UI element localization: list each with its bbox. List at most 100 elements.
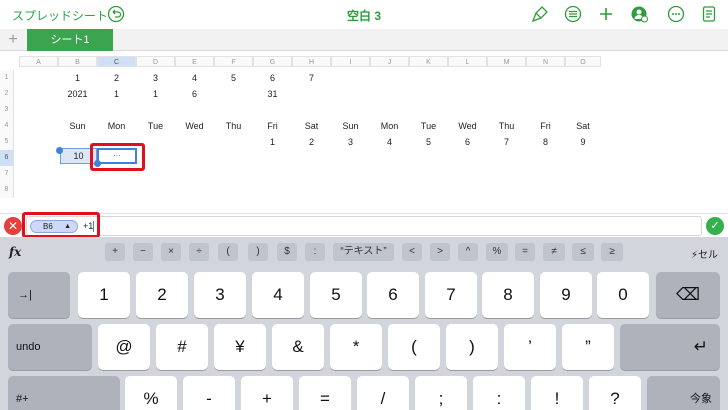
column-header-k[interactable]: K bbox=[409, 56, 448, 67]
cell-b1[interactable]: 1 bbox=[58, 70, 97, 86]
cell-g5[interactable]: 1 bbox=[253, 134, 292, 150]
cell-c1[interactable]: 2 bbox=[97, 70, 136, 86]
digit-1-key[interactable]: 1 bbox=[78, 272, 130, 318]
caret-key[interactable]: ^ bbox=[458, 243, 478, 261]
dollar-key[interactable]: $ bbox=[277, 243, 297, 261]
column-header-n[interactable]: N bbox=[526, 56, 565, 67]
cell-h1[interactable]: 7 bbox=[292, 70, 331, 86]
more-symbols-key[interactable]: #+ bbox=[8, 376, 120, 410]
cell-k4[interactable]: Tue bbox=[409, 118, 448, 134]
column-header-j[interactable]: J bbox=[370, 56, 409, 67]
cell-m4[interactable]: Thu bbox=[487, 118, 526, 134]
double-quote-key[interactable]: ” bbox=[562, 324, 614, 370]
undo-key[interactable]: undo bbox=[8, 324, 92, 370]
ampersand-key[interactable]: & bbox=[272, 324, 324, 370]
row-header-5[interactable]: 5 bbox=[0, 134, 14, 150]
cell-i5[interactable]: 3 bbox=[331, 134, 370, 150]
cell-mode-toggle[interactable]: ⚡セル bbox=[691, 246, 718, 261]
column-header-m[interactable]: M bbox=[487, 56, 526, 67]
digit-3-key[interactable]: 3 bbox=[194, 272, 246, 318]
column-header-g[interactable]: G bbox=[253, 56, 292, 67]
cell-b4[interactable]: Sun bbox=[58, 118, 97, 134]
column-header-h[interactable]: H bbox=[292, 56, 331, 67]
row-header-2[interactable]: 2 bbox=[0, 86, 14, 102]
colon-sign-key[interactable]: : bbox=[473, 376, 525, 410]
cell-h4[interactable]: Sat bbox=[292, 118, 331, 134]
colon-key[interactable]: : bbox=[305, 243, 325, 261]
return-key[interactable]: ↵ bbox=[620, 324, 720, 370]
greater-equal-key[interactable]: ≥ bbox=[601, 243, 623, 261]
question-key[interactable]: ? bbox=[589, 376, 641, 410]
cell-j5[interactable]: 4 bbox=[370, 134, 409, 150]
single-quote-key[interactable]: ’ bbox=[504, 324, 556, 370]
cell-d2[interactable]: 1 bbox=[136, 86, 175, 102]
less-than-key[interactable]: < bbox=[402, 243, 422, 261]
cell-o4[interactable]: Sat bbox=[565, 118, 601, 134]
column-header-c[interactable]: C bbox=[97, 56, 136, 67]
digit-4-key[interactable]: 4 bbox=[252, 272, 304, 318]
column-header-a[interactable]: A bbox=[19, 56, 58, 67]
row-header-1[interactable]: 1 bbox=[0, 70, 14, 86]
percent-sign-key[interactable]: % bbox=[125, 376, 177, 410]
tab-sheet-1[interactable]: シート1 bbox=[27, 29, 113, 51]
cell-c6-editing[interactable]: ··· bbox=[97, 148, 137, 164]
slash-key[interactable]: / bbox=[357, 376, 409, 410]
yen-key[interactable]: ¥ bbox=[214, 324, 266, 370]
operator-multiply-key[interactable]: × bbox=[161, 243, 181, 261]
add-sheet-button[interactable]: + bbox=[4, 31, 22, 49]
cell-e1[interactable]: 4 bbox=[175, 70, 214, 86]
function-icon[interactable]: fx bbox=[9, 245, 21, 259]
open-paren-key[interactable]: ( bbox=[218, 243, 238, 261]
operator-minus-key[interactable]: − bbox=[133, 243, 153, 261]
column-header-o[interactable]: O bbox=[565, 56, 601, 67]
column-header-i[interactable]: I bbox=[331, 56, 370, 67]
cell-j4[interactable]: Mon bbox=[370, 118, 409, 134]
cell-d1[interactable]: 3 bbox=[136, 70, 175, 86]
cell-l4[interactable]: Wed bbox=[448, 118, 487, 134]
cell-g2[interactable]: 31 bbox=[253, 86, 292, 102]
cell-g1[interactable]: 6 bbox=[253, 70, 292, 86]
brush-icon[interactable] bbox=[531, 5, 549, 23]
input-mode-key[interactable]: 今象 bbox=[647, 376, 720, 410]
column-header-e[interactable]: E bbox=[175, 56, 214, 67]
equals-key[interactable]: = bbox=[515, 243, 535, 261]
cell-f4[interactable]: Thu bbox=[214, 118, 253, 134]
cell-l5[interactable]: 6 bbox=[448, 134, 487, 150]
asterisk-key[interactable]: * bbox=[330, 324, 382, 370]
digit-6-key[interactable]: 6 bbox=[367, 272, 419, 318]
row-header-3[interactable]: 3 bbox=[0, 102, 14, 118]
cell-h5[interactable]: 2 bbox=[292, 134, 331, 150]
less-equal-key[interactable]: ≤ bbox=[572, 243, 594, 261]
digit-7-key[interactable]: 7 bbox=[425, 272, 477, 318]
greater-than-key[interactable]: > bbox=[430, 243, 450, 261]
digit-2-key[interactable]: 2 bbox=[136, 272, 188, 318]
cell-n5[interactable]: 8 bbox=[526, 134, 565, 150]
cell-f1[interactable]: 5 bbox=[214, 70, 253, 86]
exclamation-key[interactable]: ! bbox=[531, 376, 583, 410]
not-equal-key[interactable]: ≠ bbox=[543, 243, 565, 261]
collaborate-icon[interactable] bbox=[630, 5, 648, 23]
cell-g4[interactable]: Fri bbox=[253, 118, 292, 134]
digit-5-key[interactable]: 5 bbox=[310, 272, 362, 318]
cell-e4[interactable]: Wed bbox=[175, 118, 214, 134]
row-header-6[interactable]: 6 bbox=[0, 150, 14, 166]
column-header-d[interactable]: D bbox=[136, 56, 175, 67]
at-key[interactable]: @ bbox=[98, 324, 150, 370]
plus-sign-key[interactable]: + bbox=[241, 376, 293, 410]
hash-key[interactable]: # bbox=[156, 324, 208, 370]
range-handle-top-left[interactable] bbox=[56, 147, 63, 154]
column-header-f[interactable]: F bbox=[214, 56, 253, 67]
operator-divide-key[interactable]: ÷ bbox=[189, 243, 209, 261]
cell-reference-token[interactable]: B6 ▲ bbox=[30, 220, 78, 233]
equals-sign-key[interactable]: = bbox=[299, 376, 351, 410]
digit-8-key[interactable]: 8 bbox=[482, 272, 534, 318]
list-icon[interactable] bbox=[564, 5, 582, 23]
add-icon[interactable] bbox=[597, 5, 615, 23]
cell-i4[interactable]: Sun bbox=[331, 118, 370, 134]
cell-k5[interactable]: 5 bbox=[409, 134, 448, 150]
formula-editor[interactable]: B6 ▲ +1 bbox=[26, 216, 702, 236]
chevron-up-icon[interactable]: ▲ bbox=[64, 221, 71, 232]
document-icon[interactable] bbox=[700, 5, 718, 23]
cell-b2[interactable]: 2021 bbox=[58, 86, 97, 102]
confirm-formula-button[interactable]: ✓ bbox=[706, 217, 724, 235]
